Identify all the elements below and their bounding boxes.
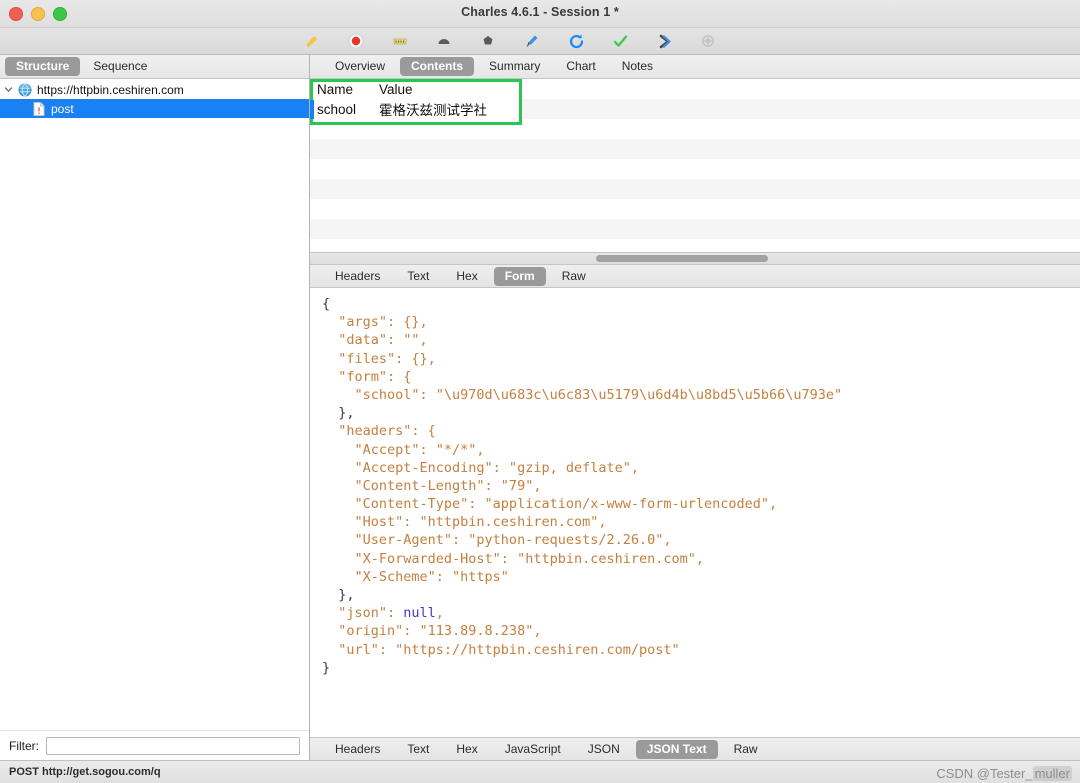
column-header-value: Value bbox=[379, 81, 413, 97]
param-value: 霍格沃兹测试学社 bbox=[379, 103, 487, 118]
tab-summary[interactable]: Summary bbox=[478, 57, 551, 76]
filter-bar: Filter: bbox=[0, 730, 309, 760]
right-pane: Overview Contents Summary Chart Notes Na… bbox=[310, 55, 1080, 760]
sidebar-tabs: Structure Sequence bbox=[0, 55, 309, 79]
json-line: "Accept": "*/*", bbox=[322, 441, 485, 458]
watermark: CSDN @Tester_ muller bbox=[936, 766, 1072, 781]
record-icon[interactable] bbox=[334, 28, 378, 54]
json-line: { bbox=[322, 296, 331, 312]
json-line: "origin": "113.89.8.238", bbox=[322, 623, 542, 640]
row-selection-marker bbox=[310, 100, 314, 119]
table-header-row: Name Value bbox=[312, 79, 520, 99]
chevron-down-icon[interactable] bbox=[0, 85, 16, 94]
json-line: "args": {}, bbox=[322, 314, 428, 331]
status-text: POST http://get.sogou.com/q bbox=[9, 766, 161, 778]
watermark-suffix: muller bbox=[1032, 766, 1072, 781]
repeat-icon[interactable] bbox=[554, 28, 598, 54]
settings-icon[interactable] bbox=[686, 28, 730, 54]
tab-res-raw[interactable]: Raw bbox=[723, 740, 769, 759]
json-line: "Accept-Encoding": "gzip, deflate", bbox=[322, 459, 639, 476]
globe-icon bbox=[16, 83, 33, 97]
watermark-prefix: CSDN @Tester_ bbox=[936, 766, 1033, 781]
tab-req-raw[interactable]: Raw bbox=[551, 267, 597, 286]
tab-chart[interactable]: Chart bbox=[555, 57, 606, 76]
tab-notes[interactable]: Notes bbox=[611, 57, 664, 76]
tab-res-hex[interactable]: Hex bbox=[445, 740, 488, 759]
tab-overview[interactable]: Overview bbox=[324, 57, 396, 76]
tab-res-headers[interactable]: Headers bbox=[324, 740, 391, 759]
tab-req-headers[interactable]: Headers bbox=[324, 267, 391, 286]
json-line: "Content-Type": "application/x-www-form-… bbox=[322, 496, 778, 513]
json-line: "X-Forwarded-Host": "httpbin.ceshiren.co… bbox=[322, 550, 705, 567]
status-bar: POST http://get.sogou.com/q CSDN @Tester… bbox=[0, 760, 1080, 783]
json-line: "headers": { bbox=[322, 423, 436, 440]
tree-item-host[interactable]: https://httpbin.ceshiren.com bbox=[0, 80, 309, 99]
tools-icon[interactable] bbox=[642, 28, 686, 54]
json-line: "form": { bbox=[322, 368, 412, 385]
column-header-name: Name bbox=[317, 81, 354, 97]
request-body-tabs: Headers Text Hex Form Raw bbox=[310, 264, 1080, 288]
tab-contents[interactable]: Contents bbox=[400, 57, 475, 76]
param-name: school bbox=[317, 101, 357, 117]
tab-sequence[interactable]: Sequence bbox=[82, 57, 158, 76]
table-row[interactable]: school 霍格沃兹测试学社 bbox=[312, 99, 520, 119]
contents-horizontal-scrollbar[interactable] bbox=[310, 252, 1080, 264]
scrollbar-thumb[interactable] bbox=[596, 255, 768, 262]
main-toolbar bbox=[0, 28, 1080, 55]
validate-icon[interactable] bbox=[598, 28, 642, 54]
clear-session-icon[interactable] bbox=[290, 28, 334, 54]
file-icon bbox=[30, 101, 47, 116]
json-line: "User-Agent": "python-requests/2.26.0", bbox=[322, 532, 672, 549]
response-body-tabs: Headers Text Hex JavaScript JSON JSON Te… bbox=[310, 737, 1080, 760]
json-line: }, bbox=[322, 587, 355, 603]
tree-item-label: post bbox=[51, 101, 74, 116]
detail-top-tabs: Overview Contents Summary Chart Notes bbox=[310, 55, 1080, 79]
filter-label: Filter: bbox=[9, 738, 39, 753]
tab-structure[interactable]: Structure bbox=[5, 57, 81, 76]
window-title: Charles 4.6.1 - Session 1 * bbox=[461, 5, 619, 19]
tab-req-hex[interactable]: Hex bbox=[445, 267, 488, 286]
left-pane: Structure Sequence https://httpbin.ceshi… bbox=[0, 55, 310, 760]
tab-res-json[interactable]: JSON bbox=[577, 740, 631, 759]
edit-icon[interactable] bbox=[510, 28, 554, 54]
tree-item-post[interactable]: post bbox=[0, 99, 309, 118]
form-params-table: Name Value school 霍格沃兹测试学社 bbox=[312, 79, 520, 119]
tab-req-text[interactable]: Text bbox=[396, 267, 440, 286]
json-text-viewer[interactable]: { "args": {}, "data": "", "files": {}, "… bbox=[310, 288, 1080, 737]
compose-icon[interactable] bbox=[466, 28, 510, 54]
breakpoints-icon[interactable] bbox=[422, 28, 466, 54]
json-line: "Host": "httpbin.ceshiren.com", bbox=[322, 514, 607, 531]
contents-table-area: Name Value school 霍格沃兹测试学社 bbox=[310, 79, 1080, 252]
json-line: "school": "\u970d\u683c\u6c83\u5179\u6d4… bbox=[322, 386, 843, 403]
json-line: "X-Scheme": "https" bbox=[322, 568, 509, 585]
json-line: } bbox=[322, 659, 331, 676]
json-line: "Content-Length": "79", bbox=[322, 477, 542, 494]
main-split: Structure Sequence https://httpbin.ceshi… bbox=[0, 55, 1080, 760]
charles-window: Charles 4.6.1 - Session 1 * Structure Se… bbox=[0, 0, 1080, 783]
tab-res-javascript[interactable]: JavaScript bbox=[494, 740, 572, 759]
tab-res-text[interactable]: Text bbox=[396, 740, 440, 759]
json-line: "json": null, bbox=[322, 605, 444, 622]
json-line: "data": "", bbox=[322, 332, 428, 349]
filter-input[interactable] bbox=[46, 736, 300, 755]
tree-item-label: https://httpbin.ceshiren.com bbox=[37, 82, 184, 97]
throttle-icon[interactable] bbox=[378, 28, 422, 54]
json-line: }, bbox=[322, 405, 355, 422]
tab-res-json-text[interactable]: JSON Text bbox=[635, 739, 718, 759]
json-line: "url": "https://httpbin.ceshiren.com/pos… bbox=[322, 641, 680, 658]
json-line: "files": {}, bbox=[322, 350, 436, 367]
session-tree: https://httpbin.ceshiren.com post bbox=[0, 79, 309, 730]
json-null-token: null bbox=[403, 605, 436, 622]
tab-req-form[interactable]: Form bbox=[493, 266, 546, 286]
window-titlebar: Charles 4.6.1 - Session 1 * bbox=[0, 0, 1080, 28]
